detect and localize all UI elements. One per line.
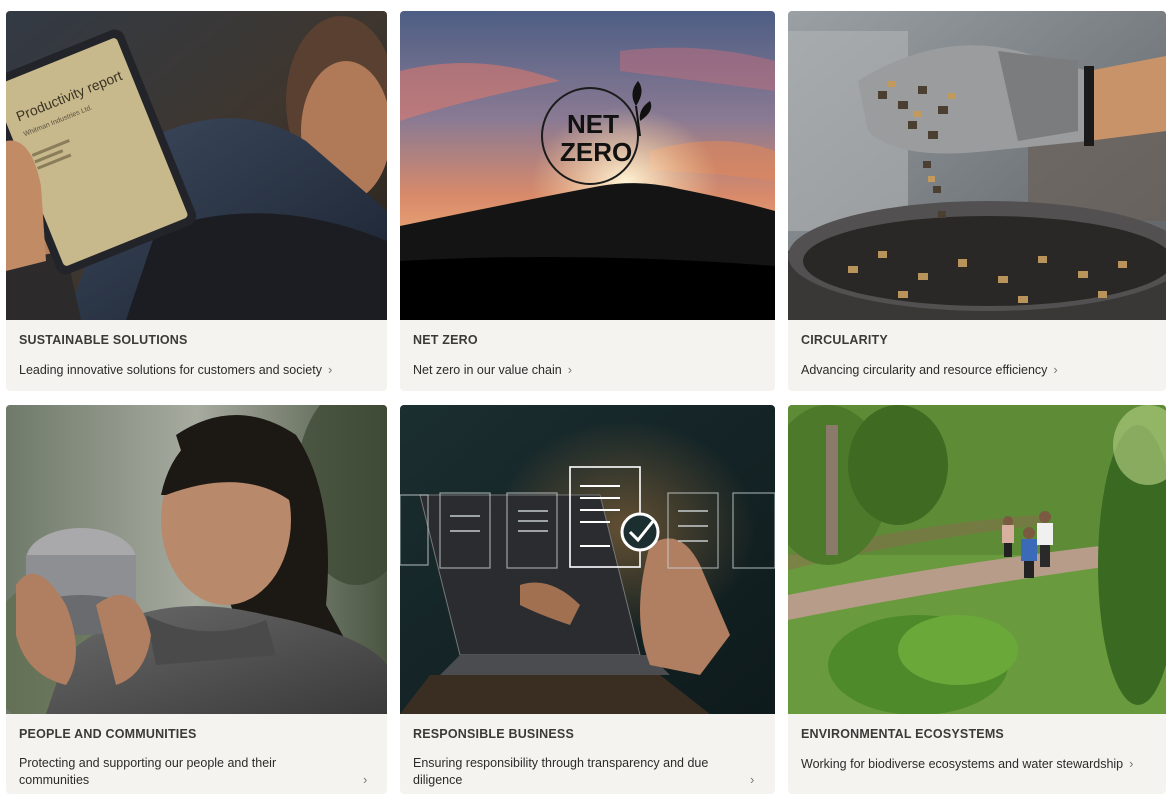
card-responsible-business[interactable]: RESPONSIBLE BUSINESS Ensuring responsibi… [400,405,775,794]
chevron-right-icon[interactable]: › [328,362,332,377]
card-description[interactable]: Working for biodiverse ecosystems and wa… [801,755,1133,773]
card-description[interactable]: Leading innovative solutions for custome… [19,361,332,379]
chevron-right-icon[interactable]: › [750,772,754,787]
card-image-tablet: Productivity report Whitman Industries L… [6,11,387,320]
card-image-sunset: NET ZERO [400,11,775,320]
card-title: ENVIRONMENTAL ECOSYSTEMS [801,727,1004,741]
card-people-and-communities[interactable]: PEOPLE AND COMMUNITIES Protecting and su… [6,405,387,794]
chevron-right-icon[interactable]: › [568,362,572,377]
card-image-green-park [788,405,1166,714]
card-description[interactable]: Advancing circularity and resource effic… [801,361,1058,379]
card-title: RESPONSIBLE BUSINESS [413,727,574,741]
card-title: NET ZERO [413,333,478,347]
card-sustainable-solutions[interactable]: Productivity report Whitman Industries L… [6,11,387,391]
card-title: CIRCULARITY [801,333,888,347]
card-description[interactable]: Ensuring responsibility through transpar… [413,755,733,789]
card-title: PEOPLE AND COMMUNITIES [19,727,197,741]
card-image-metal-inserts [788,11,1166,320]
chevron-right-icon[interactable]: › [1053,362,1057,377]
card-title: SUSTAINABLE SOLUTIONS [19,333,188,347]
net-zero-logo-zero: ZERO [560,137,632,167]
card-net-zero[interactable]: NET ZERO NET ZERO Net zero in our value … [400,11,775,391]
card-description-text: Net zero in our value chain [413,363,562,377]
chevron-right-icon[interactable]: › [1129,756,1133,771]
card-description-text: Advancing circularity and resource effic… [801,363,1048,377]
card-image-woman-cup [6,405,387,714]
card-environmental-ecosystems[interactable]: ENVIRONMENTAL ECOSYSTEMS Working for bio… [788,405,1166,794]
card-description-text: Leading innovative solutions for custome… [19,363,322,377]
card-description-text: Protecting and supporting our people and… [19,756,277,787]
card-circularity[interactable]: CIRCULARITY Advancing circularity and re… [788,11,1166,391]
card-description-text: Ensuring responsibility through transpar… [413,756,709,787]
card-description[interactable]: Protecting and supporting our people and… [19,755,319,789]
net-zero-logo-net: NET [567,109,619,139]
card-image-virtual-checkmark [400,405,775,714]
card-description-text: Working for biodiverse ecosystems and wa… [801,757,1124,771]
chevron-right-icon[interactable]: › [363,772,367,787]
card-description[interactable]: Net zero in our value chain › [413,361,572,379]
